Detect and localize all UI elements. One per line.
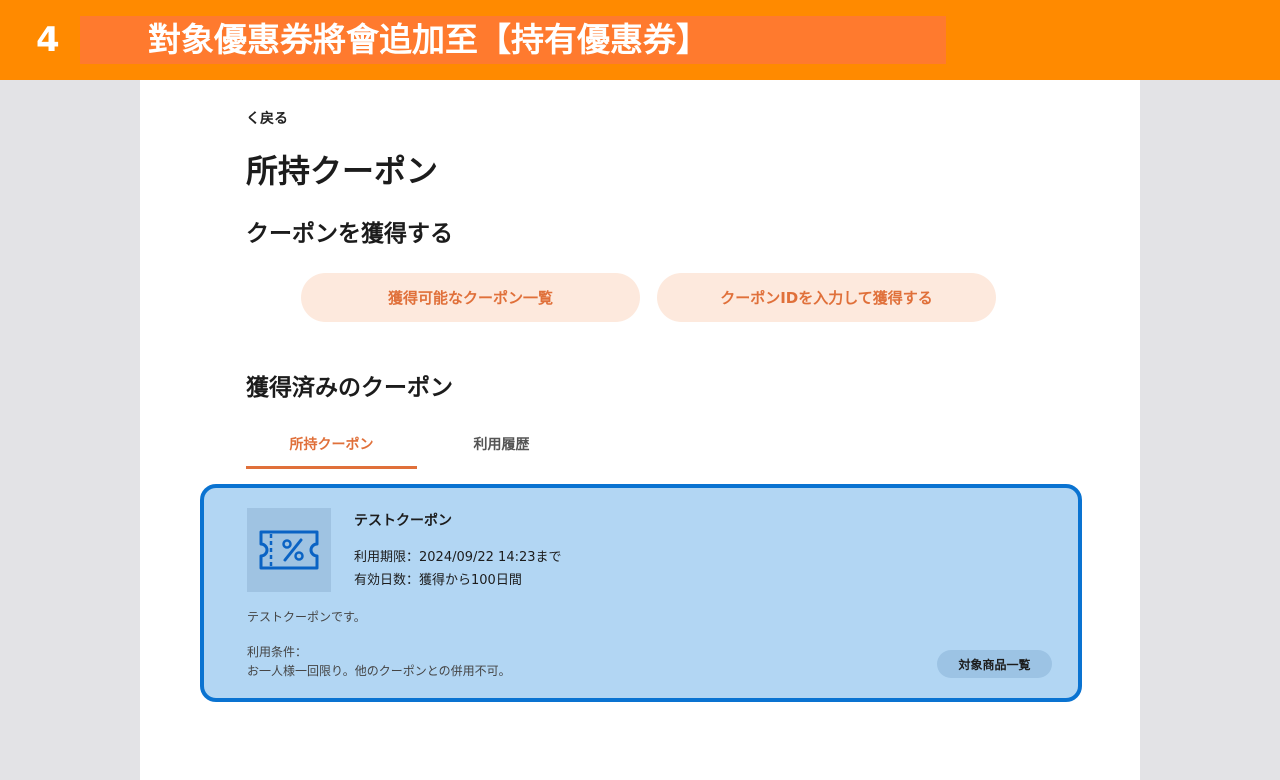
coupon-conditions-label: 利用条件： xyxy=(247,645,308,659)
step-number: 4 xyxy=(36,20,60,60)
get-coupon-heading: クーポンを獲得する xyxy=(246,221,453,247)
coupon-page: く戻る 所持クーポン クーポンを獲得する 獲得可能なクーポン一覧 クーポンIDを… xyxy=(140,80,1140,780)
coupon-description: テストクーポンです。 xyxy=(247,610,366,624)
coupon-conditions: お一人様一回限り。他のクーポンとの併用不可。 xyxy=(247,664,511,678)
instruction-banner: 4 對象優惠券將會追加至【持有優惠券】 xyxy=(0,0,1280,80)
enter-coupon-id-button[interactable]: クーポンIDを入力して獲得する xyxy=(657,273,996,322)
coupon-expiry: 利用期限：2024/09/22 14:23まで xyxy=(354,550,562,565)
page-title: 所持クーポン xyxy=(246,152,439,190)
tab-owned-coupons[interactable]: 所持クーポン xyxy=(246,422,417,469)
target-products-button[interactable]: 対象商品一覧 xyxy=(937,650,1052,678)
coupon-valid-days: 有効日数：獲得から100日間 xyxy=(354,573,522,588)
percent-ticket-icon xyxy=(247,508,331,592)
available-coupons-button[interactable]: 獲得可能なクーポン一覧 xyxy=(301,273,640,322)
back-link[interactable]: く戻る xyxy=(246,108,288,128)
owned-coupons-heading: 獲得済みのクーポン xyxy=(246,375,453,401)
coupon-name: テストクーポン xyxy=(354,513,452,529)
banner-title: 對象優惠券將會追加至【持有優惠券】 xyxy=(148,20,709,59)
coupon-card: テストクーポン 利用期限：2024/09/22 14:23まで 有効日数：獲得か… xyxy=(200,484,1082,702)
tab-usage-history[interactable]: 利用履歴 xyxy=(416,422,587,466)
